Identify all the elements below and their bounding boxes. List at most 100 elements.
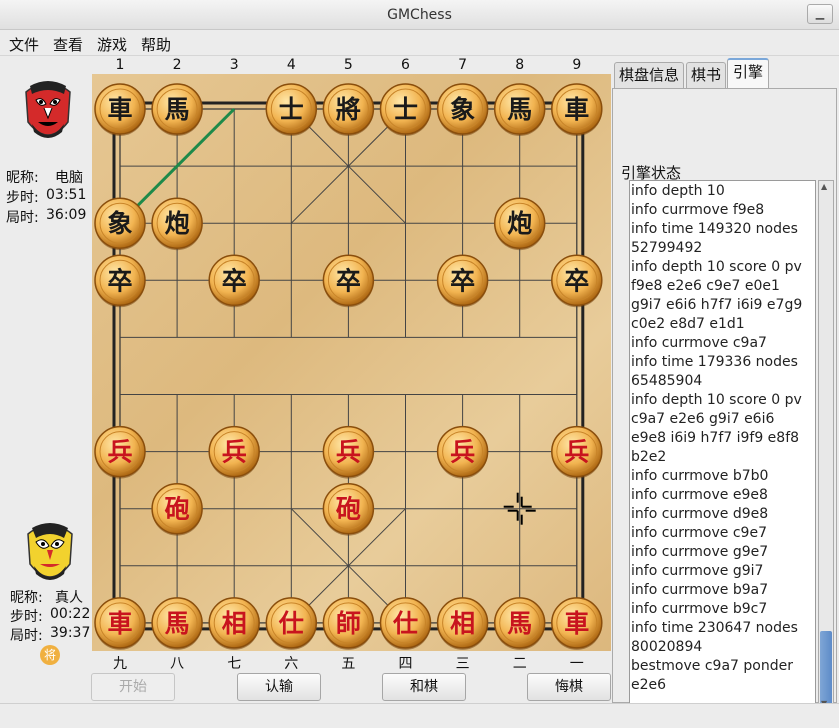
file-number: 九 — [113, 656, 127, 672]
piece-red[interactable]: 兵 — [322, 425, 375, 479]
piece-black[interactable]: 象 — [436, 83, 489, 136]
piece-black[interactable]: 卒 — [436, 254, 489, 308]
log-line: 80020894 — [631, 639, 703, 655]
log-line: info depth 10 score 0 pv — [631, 392, 802, 408]
file-number: 五 — [341, 656, 356, 672]
menu-bar: 文件 查看 游戏 帮助 — [0, 30, 839, 56]
piece-label: 將 — [336, 95, 361, 124]
piece-red[interactable]: 相 — [208, 597, 260, 650]
scroll-up-icon[interactable]: ▲ — [821, 182, 827, 191]
piece-red[interactable]: 馬 — [493, 597, 546, 650]
piece-black[interactable]: 馬 — [493, 83, 546, 136]
board-grid: 車馬士將士象馬車象炮炮卒卒卒卒卒兵兵兵兵兵砲 砲車馬相仕師仕相馬車 — [94, 83, 603, 650]
start-button[interactable]: 开始 — [91, 673, 175, 701]
piece-black[interactable]: 炮 — [493, 197, 546, 251]
engine-pane: 引擎状态 info depth 10 info currmove f9e8 info… — [612, 88, 837, 728]
piece-black[interactable]: 士 — [379, 83, 432, 136]
piece-label: 卒 — [107, 266, 132, 295]
piece-label: 車 — [107, 95, 132, 124]
piece-red[interactable]: 砲 — [151, 482, 203, 536]
piece-red[interactable]: 仕 — [379, 597, 432, 650]
log-line: info currmove g9i7 — [631, 563, 764, 579]
piece-label: 兵 — [336, 438, 361, 467]
status-bar — [0, 703, 839, 728]
log-line: info currmove b9c7 — [631, 601, 768, 617]
resign-button[interactable]: 认输 — [237, 673, 321, 701]
menu-view[interactable]: 查看 — [53, 34, 83, 55]
piece-black[interactable]: 卒 — [94, 254, 146, 308]
log-line: c0e2 e8d7 e1d1 — [631, 316, 745, 332]
piece-red[interactable]: 相 — [436, 597, 489, 650]
log-line: info currmove c9a7 — [631, 335, 767, 351]
side-panel: 棋盘信息 棋书 引擎 引擎状态 info depth 10 info currmo… — [612, 56, 839, 728]
piece-label: 士 — [279, 95, 304, 124]
piece-black[interactable]: 士 — [265, 83, 318, 136]
log-line: 65485904 — [631, 373, 703, 389]
piece-label: 相 — [222, 609, 247, 638]
minimize-icon[interactable]: ▁ — [807, 4, 833, 24]
tab-book[interactable]: 棋书 — [686, 62, 726, 88]
bottom-step-time: 00:22 — [50, 606, 91, 622]
file-number: 七 — [227, 656, 242, 672]
menu-help[interactable]: 帮助 — [141, 34, 171, 55]
chess-board[interactable]: 車馬士將士象馬車象炮炮卒卒卒卒卒兵兵兵兵兵砲砲車馬相仕師仕相馬車 — [92, 74, 611, 651]
piece-label: 仕 — [392, 609, 418, 638]
piece-label: 兵 — [564, 438, 589, 467]
log-line: info time 179336 nodes — [631, 354, 798, 370]
top-nick: 电脑 — [55, 170, 83, 186]
title-bar: GMChess ▁ — [0, 0, 839, 30]
menu-game[interactable]: 游戏 — [97, 34, 127, 55]
piece-black[interactable]: 卒 — [551, 254, 603, 308]
file-number: 6 — [401, 57, 410, 73]
file-number: 一 — [569, 656, 584, 672]
vscroll-thumb[interactable] — [820, 631, 832, 707]
log-line: bestmove c9a7 ponder — [631, 658, 793, 674]
log-line: info depth 10 — [631, 183, 725, 199]
log-line: info currmove f9e8 — [631, 202, 765, 218]
piece-label: 炮 — [507, 209, 532, 238]
piece-red[interactable]: 兵 — [94, 425, 146, 479]
engine-log-vscrollbar[interactable]: ▲ ▼ — [818, 180, 834, 710]
piece-black[interactable]: 象 — [94, 197, 146, 251]
piece-black[interactable]: 炮 — [151, 197, 203, 251]
piece-red[interactable]: 兵 — [551, 425, 603, 479]
piece-red[interactable]: 師 — [322, 597, 375, 650]
undo-button[interactable]: 悔棋 — [527, 673, 611, 701]
piece-label: 象 — [450, 95, 475, 124]
piece-label: 馬 — [165, 95, 190, 124]
piece-black[interactable]: 卒 — [208, 254, 260, 308]
file-number: 8 — [515, 57, 525, 73]
file-number: 四 — [398, 656, 413, 672]
piece-black[interactable]: 車 — [94, 83, 146, 136]
piece-red[interactable]: 馬 — [151, 597, 203, 650]
menu-file[interactable]: 文件 — [9, 34, 39, 55]
bottom-nick-label: 昵称: — [10, 590, 43, 606]
log-line: info currmove c9e7 — [631, 525, 767, 541]
piece-label: 相 — [450, 609, 475, 638]
piece-black[interactable]: 車 — [551, 83, 603, 136]
tab-engine[interactable]: 引擎 — [727, 58, 769, 89]
piece-red[interactable]: 兵 — [436, 425, 489, 479]
piece-label: 卒 — [564, 266, 589, 295]
engine-log[interactable]: info depth 10 info currmove f9e8 info time… — [629, 180, 816, 710]
piece-red[interactable]: 車 — [551, 597, 603, 650]
draw-button[interactable]: 和棋 — [382, 673, 466, 701]
piece-label: 兵 — [450, 438, 475, 467]
piece-label: 馬 — [507, 95, 532, 124]
piece-label: 卒 — [222, 266, 247, 295]
piece-red[interactable]: 仕 — [265, 597, 318, 650]
piece-label: 車 — [107, 609, 132, 638]
piece-label: 砲 — [165, 495, 190, 524]
piece-label: 師 — [336, 609, 361, 638]
piece-red[interactable]: 車 — [94, 597, 146, 650]
piece-red[interactable]: 砲 — [322, 482, 375, 536]
opponent-avatar — [25, 81, 71, 138]
piece-black[interactable]: 卒 — [322, 254, 375, 308]
piece-black[interactable]: 將 — [322, 83, 375, 136]
log-line: e9e8 i6i9 h7f7 i9f9 e8f8 — [631, 430, 800, 446]
bottom-nick: 真人 — [55, 590, 83, 606]
piece-red[interactable]: 兵 — [208, 425, 260, 479]
tab-board-info[interactable]: 棋盘信息 — [614, 62, 684, 88]
piece-black[interactable]: 馬 — [151, 83, 203, 136]
player-avatar — [27, 523, 73, 580]
